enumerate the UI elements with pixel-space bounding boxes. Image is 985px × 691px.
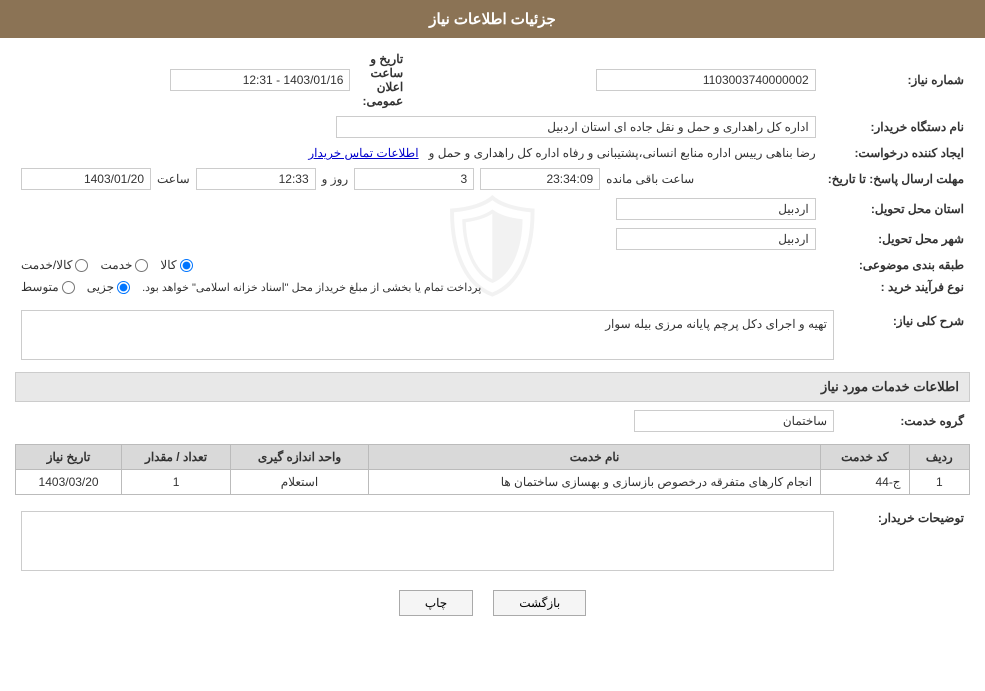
category-goods-radio[interactable] — [180, 259, 193, 272]
cell-row: 1 — [909, 470, 969, 495]
deadline-remaining: 23:34:09 — [480, 168, 600, 190]
category-service-radio[interactable] — [135, 259, 148, 272]
category-goods-service-option[interactable]: کالا/خدمت — [21, 258, 88, 272]
category-goods-label: کالا — [160, 258, 176, 272]
buttons-row: بازگشت چاپ — [15, 590, 970, 616]
category-goods-service-radio[interactable] — [75, 259, 88, 272]
purchase-type-partial-radio[interactable] — [117, 281, 130, 294]
purchase-type-note: پرداخت تمام یا بخشی از مبلغ خریداز محل "… — [142, 281, 481, 294]
need-number-label: شماره نیاز: — [822, 48, 970, 112]
category-goods-service-label: کالا/خدمت — [21, 258, 72, 272]
buyer-org-label: نام دستگاه خریدار: — [822, 112, 970, 142]
purchase-type-label: نوع فرآیند خرید : — [822, 276, 970, 298]
service-group-label: گروه خدمت: — [840, 406, 970, 436]
col-code: کد خدمت — [821, 445, 910, 470]
deadline-time-label: ساعت — [157, 172, 190, 186]
services-table: ردیف کد خدمت نام خدمت واحد اندازه گیری ت… — [15, 444, 970, 495]
deadline-time: 12:33 — [196, 168, 316, 190]
cell-qty: 1 — [122, 470, 231, 495]
creator-contact-link[interactable]: اطلاعات تماس خریدار — [308, 146, 418, 160]
back-button[interactable]: بازگشت — [493, 590, 586, 616]
page-header: جزئیات اطلاعات نیاز — [0, 0, 985, 38]
announce-value: 1403/01/16 - 12:31 — [170, 69, 350, 91]
category-goods-option[interactable]: کالا — [160, 258, 192, 272]
col-unit: واحد اندازه گیری — [230, 445, 368, 470]
purchase-type-partial-label: جزیی — [87, 280, 114, 294]
purchase-type-partial-option[interactable]: جزیی — [87, 280, 130, 294]
creator-value: رضا بناهی رییس اداره منابع انسانی،پشتیبا… — [429, 146, 816, 160]
need-desc-label: شرح کلی نیاز: — [840, 306, 970, 364]
cell-unit: استعلام — [230, 470, 368, 495]
announce-label: تاریخ و ساعت اعلان عمومی: — [356, 48, 409, 112]
creator-label: ایجاد کننده درخواست: — [822, 142, 970, 164]
delivery-city-value: اردبیل — [616, 228, 816, 250]
deadline-label: مهلت ارسال پاسخ: تا تاریخ: — [822, 164, 970, 194]
table-row: 1 ج-44 انجام کارهای متفرقه درخصوص بازساز… — [16, 470, 970, 495]
purchase-type-medium-label: متوسط — [21, 280, 59, 294]
buyer-notes-label: توضیحات خریدار: — [840, 503, 970, 575]
service-group-value: ساختمان — [634, 410, 834, 432]
delivery-city-label: شهر محل تحویل: — [822, 224, 970, 254]
print-button[interactable]: چاپ — [399, 590, 473, 616]
category-label: طبقه بندی موضوعی: — [822, 254, 970, 276]
deadline-days: 3 — [354, 168, 474, 190]
category-service-label: خدمت — [100, 258, 132, 272]
deadline-date: 1403/01/20 — [21, 168, 151, 190]
purchase-type-medium-option[interactable]: متوسط — [21, 280, 75, 294]
buyer-notes-box — [21, 511, 834, 571]
cell-date: 1403/03/20 — [16, 470, 122, 495]
deadline-remaining-label: ساعت باقی مانده — [606, 172, 694, 186]
delivery-province-label: استان محل تحویل: — [822, 194, 970, 224]
col-row: ردیف — [909, 445, 969, 470]
page-title: جزئیات اطلاعات نیاز — [429, 11, 556, 28]
cell-code: ج-44 — [821, 470, 910, 495]
deadline-day-label: روز و — [322, 172, 349, 186]
col-qty: تعداد / مقدار — [122, 445, 231, 470]
cell-name: انجام کارهای متفرقه درخصوص بازسازی و بهس… — [369, 470, 821, 495]
need-number-value: 1103003740000002 — [596, 69, 816, 91]
delivery-province-value: اردبیل — [616, 198, 816, 220]
need-desc-value: تهیه و اجرای دکل پرچم پایانه مرزی بیله س… — [21, 310, 834, 360]
col-date: تاریخ نیاز — [16, 445, 122, 470]
col-name: نام خدمت — [369, 445, 821, 470]
buyer-org-value: اداره کل راهداری و حمل و نقل جاده ای است… — [336, 116, 816, 138]
purchase-type-medium-radio[interactable] — [62, 281, 75, 294]
services-section-header: اطلاعات خدمات مورد نیاز — [15, 372, 970, 402]
category-service-option[interactable]: خدمت — [100, 258, 148, 272]
